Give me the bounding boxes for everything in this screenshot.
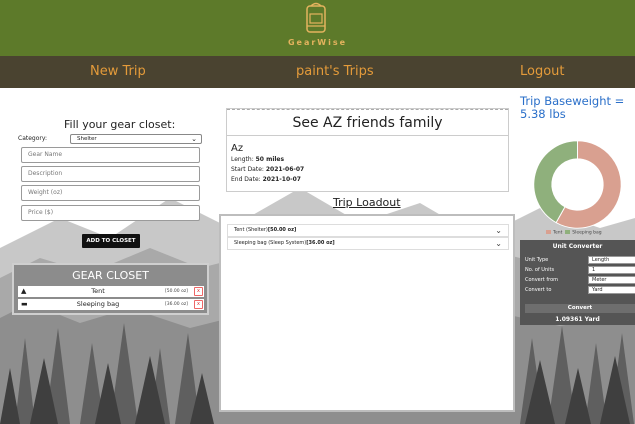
legend-swatch-tent [546,230,551,234]
legend-label-sleeping-bag: Sleeping bag [572,230,602,236]
nav-new-trip[interactable]: New Trip [90,64,146,79]
gear-name-input[interactable]: Gear Name [21,147,200,163]
category-select-value: Shelter [77,136,97,142]
weight-donut-chart [533,140,622,229]
closet-item-name: Sleeping bag [76,300,120,308]
trip-name: Az [231,143,244,154]
legend-swatch-sleeping-bag [565,230,571,234]
chevron-down-icon: ⌄ [495,226,502,235]
backpack-logo-icon[interactable] [296,2,336,36]
chevron-down-icon: ⌄ [495,239,502,248]
form-title: Fill your gear closet: [64,118,176,131]
convert-to-select[interactable]: Yard [588,286,635,294]
chart-legend: Tent Sleeping bag [546,230,602,236]
unit-type-select[interactable]: Length [588,256,635,264]
category-label: Category: [18,135,47,142]
nav-logout[interactable]: Logout [520,64,565,79]
convert-from-select[interactable]: Meter [588,276,635,284]
convert-to-label: Convert to [525,287,552,293]
legend-label-tent: Tent [553,230,563,236]
convert-from-label: Convert from [525,277,558,283]
trip-start-date: Start Date: 2021-06-07 [231,166,305,173]
trip-loadout-panel: Tent (Shelter)[50.00 oz] ⌄ Sleeping bag … [219,214,515,412]
gear-closet-panel: GEAR CLOSET ▲ Tent [50.00 oz] x ▬ Sleepi… [12,263,209,315]
logo-text: GearWise [287,38,348,47]
closet-item: ▲ Tent [50.00 oz] x [18,286,204,297]
trip-heading: See AZ friends family [227,109,508,136]
trip-loadout-title: Trip Loadout [333,196,401,209]
gear-closet-title: GEAR CLOSET [72,269,149,282]
closet-item-weight: [36.00 oz] [165,302,188,307]
loadout-item[interactable]: Sleeping bag (Sleep System)[36.00 oz] ⌄ [227,237,509,250]
remove-item-button[interactable]: x [194,300,203,309]
units-count-label: No. of Units [525,267,555,273]
price-input[interactable]: Price ($) [21,205,200,221]
convert-result: 1.09361 Yard [555,316,600,323]
convert-button[interactable]: Convert [525,304,635,313]
unit-converter-title: Unit Converter [552,243,603,250]
remove-item-button[interactable]: x [194,287,203,296]
nav-my-trips[interactable]: paint's Trips [296,64,374,79]
weight-input[interactable]: Weight (oz) [21,185,200,201]
loadout-item[interactable]: Tent (Shelter)[50.00 oz] ⌄ [227,224,509,237]
header-bar: GearWise [0,0,635,56]
unit-type-label: Unit Type [525,257,549,263]
chevron-down-icon: ⌄ [191,135,197,143]
description-input[interactable]: Description [21,166,200,182]
trip-baseweight: Trip Baseweight = 5.38 lbs [520,94,625,121]
trip-length: Length: 50 miles [231,156,285,163]
units-count-input[interactable]: 1 [588,266,635,274]
closet-item-name: Tent [91,287,105,295]
closet-item: ▬ Sleeping bag [36.00 oz] x [18,299,204,310]
category-select[interactable]: Shelter ⌄ [70,134,202,144]
add-to-closet-button[interactable]: ADD TO CLOSET [82,234,140,248]
trip-end-date: End Date: 2021-10-07 [231,176,301,183]
trip-card: See AZ friends family Az Length: 50 mile… [226,108,509,192]
closet-item-weight: [50.00 oz] [165,289,188,294]
nav-bar: New Trip paint's Trips Logout [0,56,635,88]
